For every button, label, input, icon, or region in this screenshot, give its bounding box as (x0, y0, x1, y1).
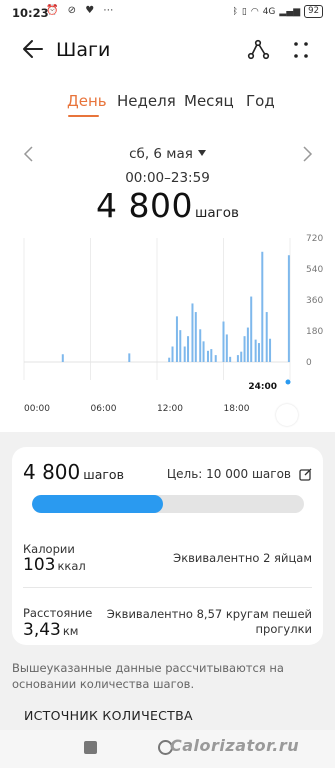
chart-bar (214, 355, 217, 362)
total-steps: 4 800 шагов (0, 186, 335, 225)
date-selector: сб, 6 мая (0, 143, 335, 167)
steps-chart[interactable]: 720 540 360 180 0 00:00 06:00 12:00 18:00 24:00 (0, 228, 335, 418)
page-title: Шаги (56, 39, 111, 61)
active-tab-indicator (68, 115, 99, 117)
back-arrow-icon[interactable] (20, 36, 46, 62)
chart-bar (171, 346, 174, 362)
calories-number: 103 (23, 555, 56, 575)
calories-unit: ккал (57, 559, 86, 573)
card-steps-value: 4 800 (23, 460, 81, 484)
share-icon[interactable] (246, 38, 270, 62)
chart-bar (229, 356, 232, 362)
chart-bar (206, 350, 209, 362)
chart-bar (265, 312, 268, 362)
card-steps-unit: шагов (83, 467, 124, 482)
wifi-icon: ◠ (250, 6, 259, 17)
distance-number: 3,43 (23, 620, 61, 640)
top-panel: 10:23 ⏰ ⊘ ♥ ⋯ ᛒ ▯ ◠ 4G ▂▄▆ 92 Шаги День … (0, 0, 335, 432)
battery-indicator: 92 (304, 5, 323, 18)
current-time-marker (285, 379, 291, 385)
x-tick-label: 06:00 (91, 404, 117, 414)
total-steps-unit: шагов (195, 205, 239, 221)
chart-bar (183, 346, 186, 362)
total-steps-value: 4 800 (96, 186, 194, 225)
bluetooth-icon: ᛒ (232, 6, 238, 17)
chart-bar (225, 334, 228, 362)
chart-bar (168, 357, 171, 362)
edit-icon[interactable] (299, 468, 312, 481)
distance-unit: км (62, 624, 79, 638)
network-type: 4G (262, 6, 276, 17)
date-dropdown[interactable]: сб, 6 мая (0, 146, 335, 162)
tab-month[interactable]: Месяц (184, 92, 234, 110)
chart-bar (179, 330, 182, 362)
y-tick-label: 540 (306, 265, 323, 275)
status-bar: 10:23 ⏰ ⊘ ♥ ⋯ ᛒ ▯ ◠ 4G ▂▄▆ 92 (0, 0, 335, 26)
tab-year[interactable]: Год (246, 92, 275, 110)
chart-bar (257, 343, 260, 362)
tab-day[interactable]: День (67, 92, 107, 110)
x-tick-label: 00:00 (24, 404, 50, 414)
period-tabs: День Неделя Месяц Год (0, 92, 335, 122)
y-tick-label: 720 (306, 234, 323, 244)
summary-card: 4 800 шагов Цель: 10 000 шагов Калории 10… (12, 447, 323, 645)
signal-icon: ▂▄▆ (279, 6, 301, 17)
divider (23, 587, 312, 588)
distance-equivalent: Эквивалентно 8,57 кругам пешей прогулки (107, 607, 312, 637)
distance-equivalent-line1: Эквивалентно 8,57 кругам пешей (106, 607, 312, 621)
goal-progress-bar (32, 495, 304, 513)
goal-progress-fill (32, 495, 163, 513)
more-options-icon[interactable] (292, 40, 310, 60)
calories-equivalent: Эквивалентно 2 яйцам (173, 551, 312, 565)
x-tick-label: 12:00 (157, 404, 183, 414)
distance-equivalent-line2: прогулки (255, 622, 312, 636)
goal-label: Цель: 10 000 шагов (166, 467, 291, 481)
chart-bar (240, 351, 243, 362)
chart-bar (199, 329, 202, 362)
time-range: 00:00–23:59 (125, 170, 210, 186)
chart-bar (261, 251, 264, 362)
goal-row[interactable]: Цель: 10 000 шагов (167, 467, 312, 481)
chart-bar (236, 355, 239, 362)
app-bar: Шаги (0, 30, 335, 70)
calories-value: 103 ккал (23, 555, 86, 575)
recent-apps-button[interactable] (84, 741, 97, 754)
section-title: ИСТОЧНИК КОЛИЧЕСТВА (24, 708, 193, 723)
status-time: 10:23 (12, 6, 49, 20)
y-tick-label: 180 (306, 327, 323, 337)
chart-bar (61, 354, 64, 362)
y-tick-label: 360 (306, 296, 323, 306)
chart-bar (269, 338, 272, 362)
chart-bar (191, 303, 194, 362)
chart-bar (128, 353, 131, 362)
card-steps: 4 800 шагов (23, 460, 124, 484)
chart-bar (187, 336, 190, 362)
calories-label: Калории (23, 542, 75, 556)
chart-bar (175, 316, 178, 362)
chart-bar (287, 255, 290, 362)
chevron-right-icon[interactable] (300, 145, 314, 163)
chart-bar (202, 341, 205, 362)
dropdown-arrow-icon (197, 150, 206, 156)
x-tick-label: 18:00 (224, 404, 250, 414)
chart-bar (194, 312, 197, 362)
notification-icons: ⏰ ⊘ ♥ ⋯ (46, 5, 117, 16)
chart-bar (246, 327, 249, 362)
data-note: Вышеуказанные данные рассчитываются на о… (12, 661, 284, 691)
chart-handle[interactable] (276, 404, 298, 426)
tab-week[interactable]: Неделя (117, 92, 176, 110)
chart-bar (254, 339, 257, 362)
distance-value: 3,43 км (23, 620, 78, 640)
vibrate-icon: ▯ (241, 6, 247, 17)
chart-end-label: 24:00 (248, 382, 277, 392)
date-label: сб, 6 мая (129, 146, 193, 162)
chart-bar (210, 349, 213, 362)
system-icons: ᛒ ▯ ◠ 4G ▂▄▆ 92 (232, 5, 323, 18)
watermark: Calorizator.ru (170, 736, 300, 755)
y-tick-label: 0 (306, 358, 312, 368)
chart-bar (243, 336, 246, 362)
distance-label: Расстояние (23, 606, 93, 620)
chart-bar (250, 296, 253, 362)
chart-bar (222, 321, 225, 362)
